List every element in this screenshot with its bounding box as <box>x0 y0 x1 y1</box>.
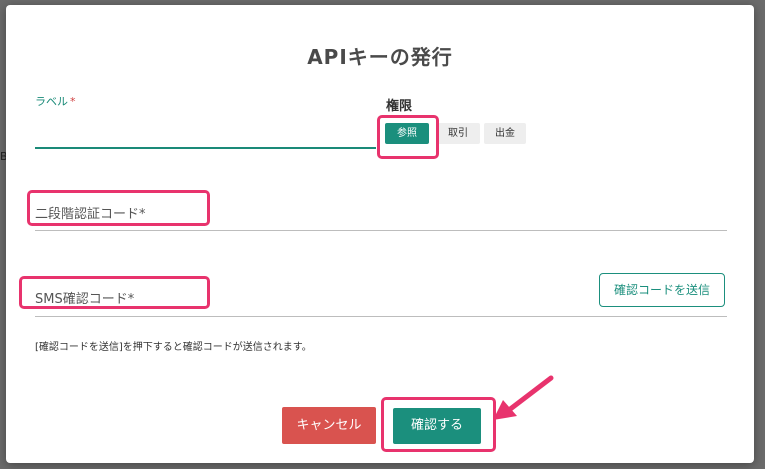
highlight-two-factor <box>27 190 210 226</box>
send-code-note: [確認コードを送信]を押下すると確認コードが送信されます。 <box>35 342 312 353</box>
permissions-title: 権限 <box>386 99 413 114</box>
api-key-dialog: APIキーの発行 ラベル * 権限 参照 取引 出金 二段階認証コード* SMS確… <box>6 5 754 463</box>
highlight-permission <box>377 115 439 159</box>
highlight-confirm <box>381 397 496 452</box>
dialog-title: APIキーの発行 <box>307 45 453 69</box>
permission-trade-button[interactable]: 取引 <box>436 123 480 144</box>
two-factor-underline <box>35 230 727 231</box>
send-code-button[interactable]: 確認コードを送信 <box>599 273 725 307</box>
label-caption: ラベル * <box>35 93 376 109</box>
permission-withdraw-button[interactable]: 出金 <box>484 123 526 144</box>
label-input-underline[interactable] <box>35 147 376 149</box>
required-mark: * <box>70 95 76 108</box>
highlight-sms <box>19 276 210 309</box>
label-caption-text: ラベル <box>35 95 68 108</box>
label-field[interactable]: ラベル * <box>35 93 376 149</box>
cancel-button[interactable]: キャンセル <box>282 407 376 444</box>
sms-code-underline <box>35 316 727 317</box>
annotation-arrow-icon <box>493 375 554 420</box>
